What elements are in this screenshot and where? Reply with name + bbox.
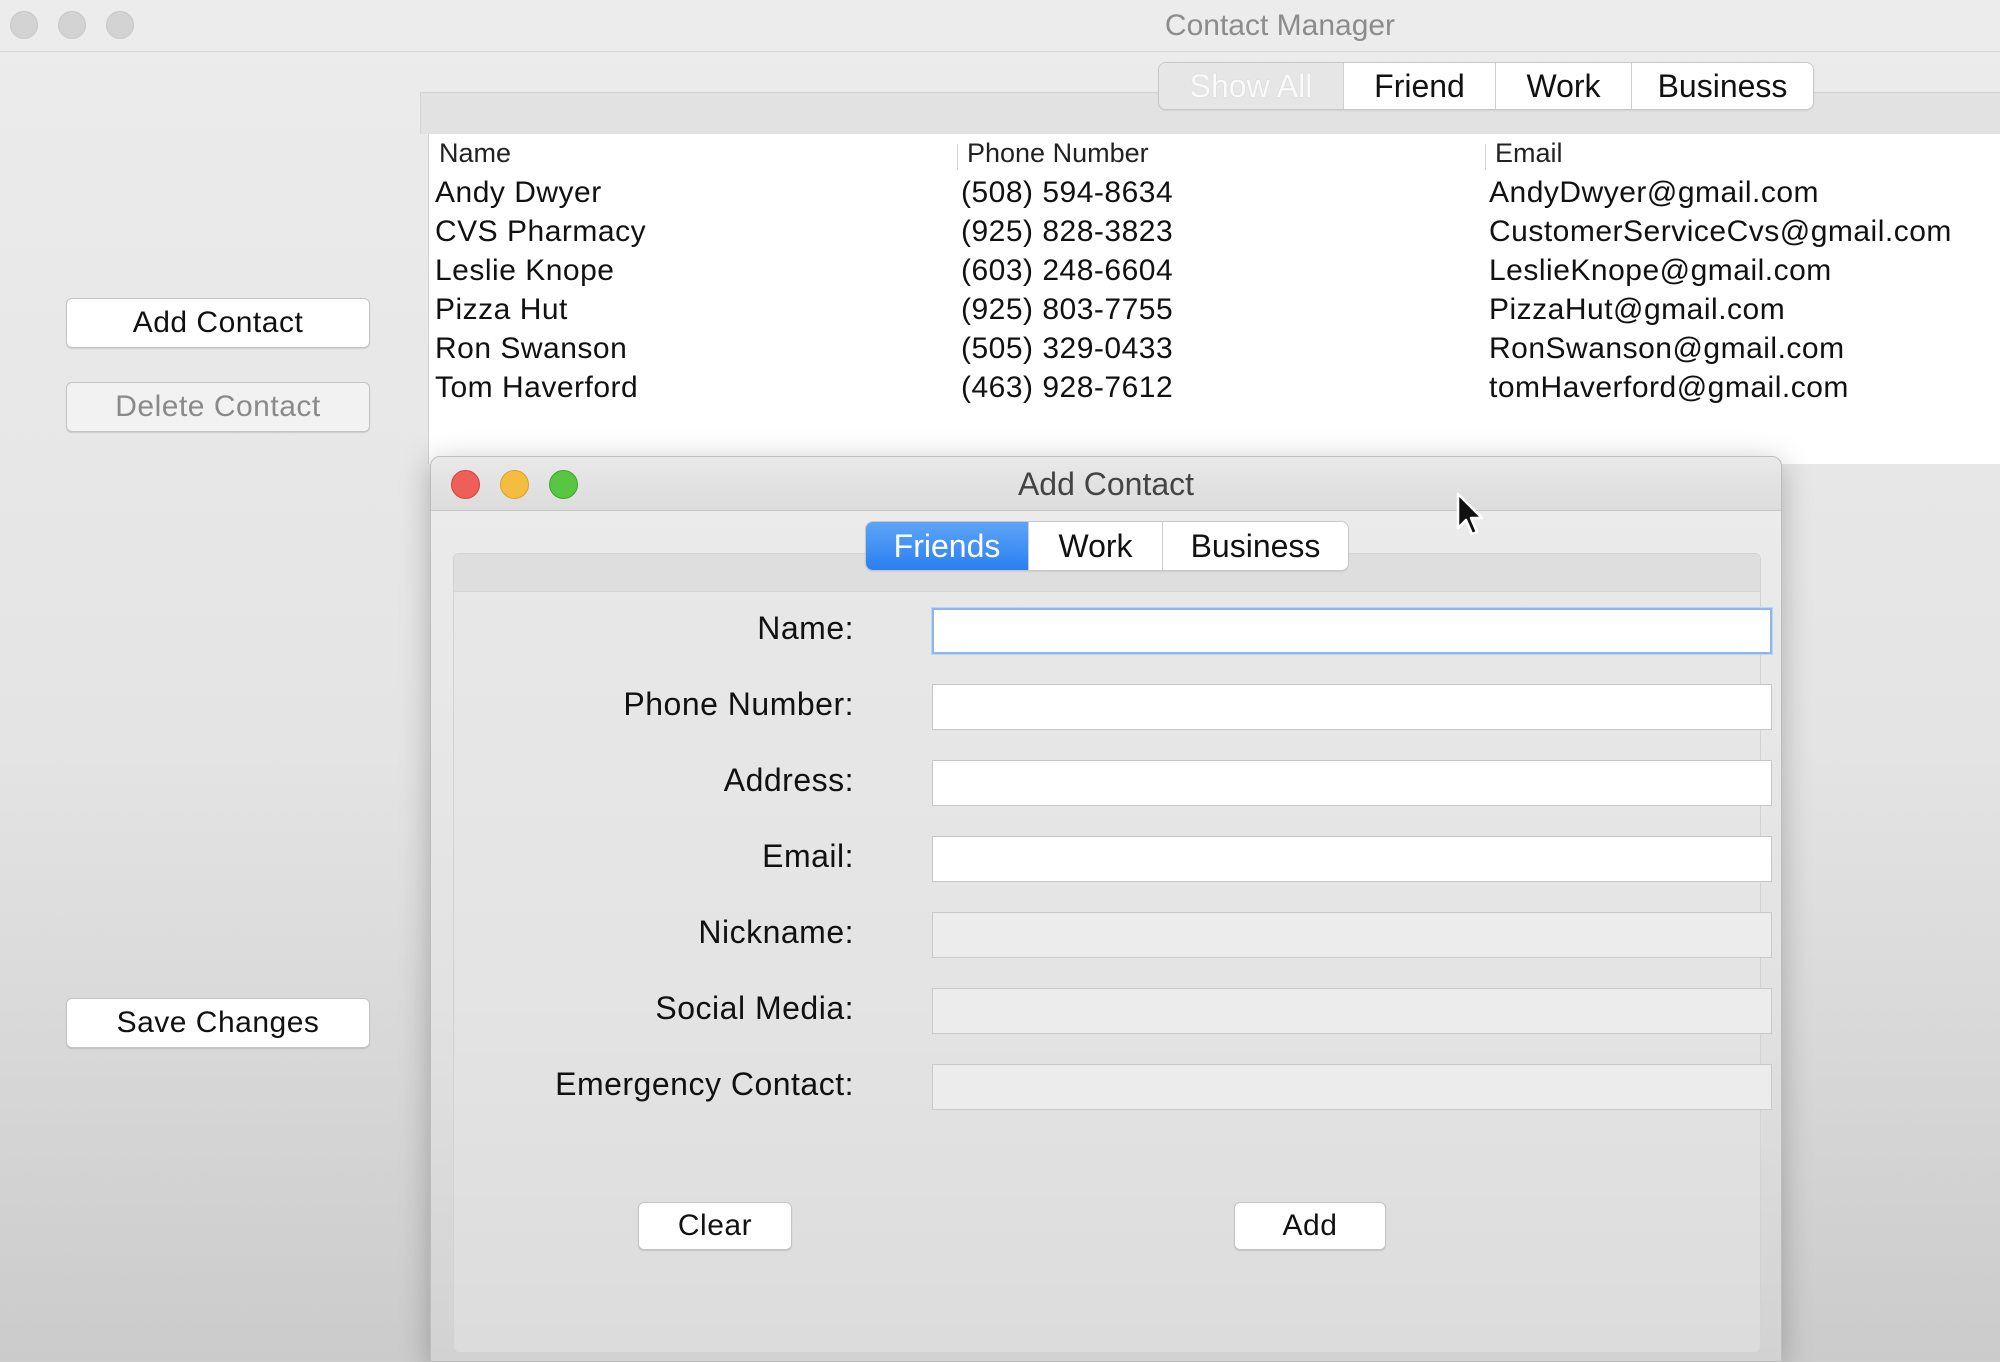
filter-tabs: Show All Friend Work Business (1158, 62, 1814, 110)
phone-number-input[interactable] (933, 685, 1771, 729)
column-header-email[interactable]: Email (1495, 138, 1563, 169)
form-panel: Name: Phone Number: Address: Email: Nick… (453, 553, 1772, 1353)
dialog-title: Add Contact (1017, 466, 1195, 502)
main-titlebar: Contact Manager (0, 0, 2000, 52)
column-header-phone[interactable]: Phone Number (967, 138, 1149, 169)
cell-email: RonSwanson@gmail.com (1489, 332, 1845, 365)
cell-name: Tom Haverford (435, 371, 639, 404)
tab-business[interactable]: Business (1631, 63, 1813, 109)
mouse-pointer-icon (1456, 492, 1484, 536)
name-field[interactable] (932, 608, 1772, 654)
add-contact-dialog: Add Contact Name: Phone Number: Address:… (430, 456, 1782, 1362)
tab-show-all[interactable]: Show All (1159, 63, 1343, 109)
social-media-field[interactable] (932, 988, 1772, 1034)
tab-friends[interactable]: Friends (866, 522, 1028, 570)
address-input[interactable] (933, 761, 1771, 805)
name-label: Name: (757, 610, 854, 646)
cell-email: CustomerServiceCvs@gmail.com (1489, 215, 1952, 248)
clear-button[interactable]: Clear (638, 1202, 792, 1250)
contact-type-tabs: Friends Work Business (865, 521, 1349, 571)
cell-name: Leslie Knope (435, 254, 615, 287)
email-field[interactable] (932, 836, 1772, 882)
column-header-name[interactable]: Name (439, 138, 511, 169)
cell-email: AndyDwyer@gmail.com (1489, 176, 1820, 209)
cell-phone: (463) 928-7612 (961, 371, 1174, 404)
tab-business[interactable]: Business (1162, 522, 1348, 570)
add-button[interactable]: Add (1234, 1202, 1386, 1250)
emergency-contact-input[interactable] (933, 1065, 1771, 1109)
address-field[interactable] (932, 760, 1772, 806)
social-media-label: Social Media: (655, 990, 854, 1026)
cell-phone: (925) 803-7755 (961, 293, 1174, 326)
cell-email: LeslieKnope@gmail.com (1489, 254, 1832, 287)
zoom-icon[interactable] (549, 470, 578, 499)
address-label: Address: (723, 762, 854, 798)
nickname-label: Nickname: (698, 914, 854, 950)
emergency-contact-label: Emergency Contact: (555, 1066, 854, 1102)
cell-email: tomHaverford@gmail.com (1489, 371, 1849, 404)
phone-number-field[interactable] (932, 684, 1772, 730)
cell-name: CVS Pharmacy (435, 215, 647, 248)
tab-work[interactable]: Work (1495, 63, 1631, 109)
add-contact-button[interactable]: Add Contact (66, 298, 370, 348)
name-input[interactable] (934, 610, 1770, 652)
column-divider (957, 144, 958, 170)
close-icon[interactable] (451, 470, 480, 499)
cell-phone: (508) 594-8634 (961, 176, 1174, 209)
delete-contact-button[interactable]: Delete Contact (66, 382, 370, 432)
cell-name: Andy Dwyer (435, 176, 602, 209)
window-title: Contact Manager (1164, 9, 1396, 42)
email-input[interactable] (933, 837, 1771, 881)
table-row[interactable]: Ron Swanson (505) 329-0433 RonSwanson@gm… (429, 332, 2000, 372)
cell-phone: (505) 329-0433 (961, 332, 1174, 365)
cell-email: PizzaHut@gmail.com (1489, 293, 1786, 326)
phone-number-label: Phone Number: (623, 686, 854, 722)
cell-name: Ron Swanson (435, 332, 628, 365)
nickname-field[interactable] (932, 912, 1772, 958)
cell-phone: (603) 248-6604 (961, 254, 1174, 287)
table-row[interactable]: Tom Haverford (463) 928-7612 tomHaverfor… (429, 371, 2000, 411)
table-row[interactable]: Andy Dwyer (508) 594-8634 AndyDwyer@gmai… (429, 176, 2000, 216)
table-row[interactable]: Pizza Hut (925) 803-7755 PizzaHut@gmail.… (429, 293, 2000, 333)
email-label: Email: (762, 838, 854, 874)
contacts-table: Name Phone Number Email Andy Dwyer (508)… (428, 134, 2000, 464)
emergency-contact-field[interactable] (932, 1064, 1772, 1110)
cell-name: Pizza Hut (435, 293, 568, 326)
table-row[interactable]: Leslie Knope (603) 248-6604 LeslieKnope@… (429, 254, 2000, 294)
social-media-input[interactable] (933, 989, 1771, 1033)
save-changes-button[interactable]: Save Changes (66, 998, 370, 1048)
tab-friend[interactable]: Friend (1343, 63, 1495, 109)
column-divider (1485, 144, 1486, 170)
tab-work[interactable]: Work (1028, 522, 1162, 570)
minimize-icon[interactable] (500, 470, 529, 499)
nickname-input[interactable] (933, 913, 1771, 957)
cell-phone: (925) 828-3823 (961, 215, 1174, 248)
table-row[interactable]: CVS Pharmacy (925) 828-3823 CustomerServ… (429, 215, 2000, 255)
